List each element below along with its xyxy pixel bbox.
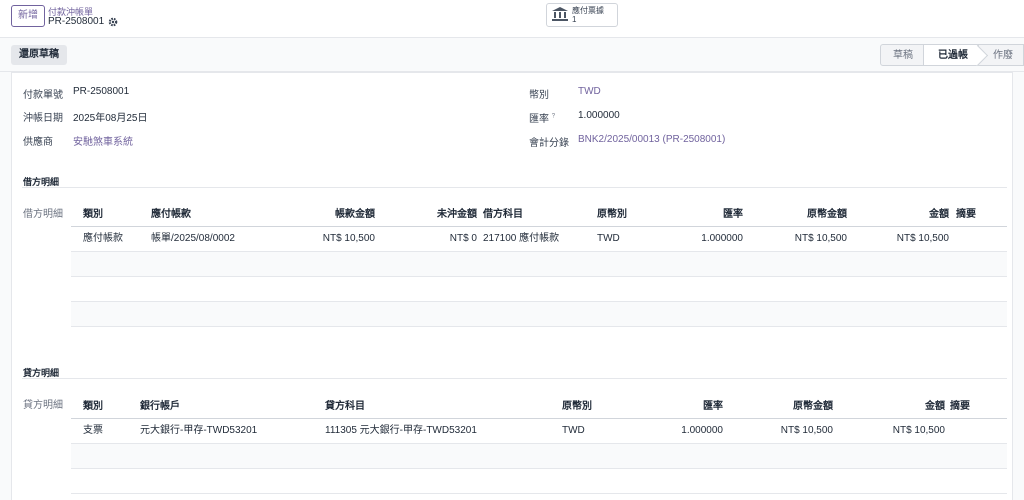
gear-icon[interactable] bbox=[108, 17, 118, 27]
cell-orig-amount: NT$ 10,500 bbox=[794, 233, 847, 244]
cell-invoice-amount: NT$ 10,500 bbox=[322, 233, 375, 244]
status-posted[interactable]: 已過帳 bbox=[923, 44, 979, 66]
col-debit-account[interactable]: 借方科目 bbox=[483, 203, 523, 227]
cell-orig-currency: TWD bbox=[562, 425, 585, 436]
new-button[interactable]: 新增 bbox=[11, 5, 45, 27]
empty-row bbox=[71, 302, 1007, 327]
field-vendor[interactable]: 安馳煞車系統 bbox=[73, 133, 133, 148]
cell-orig-amount: NT$ 10,500 bbox=[780, 425, 833, 436]
col-residual[interactable]: 未沖金額 bbox=[411, 203, 477, 227]
col-memo[interactable]: 摘要 bbox=[950, 395, 970, 419]
col-rate[interactable]: 匯率 bbox=[651, 395, 723, 419]
status-draft[interactable]: 草稿 bbox=[880, 44, 924, 66]
col-invoice-amount[interactable]: 帳款金額 bbox=[271, 203, 375, 227]
cell-orig-currency: TWD bbox=[597, 233, 620, 244]
field-label-rate: 匯率 ? bbox=[529, 113, 556, 125]
breadcrumb-current: PR-2508001 bbox=[48, 16, 118, 27]
field-rate: 1.000000 bbox=[578, 110, 620, 121]
field-label-journal-entry: 會計分錄 bbox=[529, 138, 569, 149]
field-label-currency: 幣別 bbox=[529, 90, 549, 101]
cell-payable-link[interactable]: 帳單/2025/08/0002 bbox=[151, 227, 235, 251]
cell-type: 支票 bbox=[83, 425, 103, 436]
empty-row bbox=[71, 277, 1007, 302]
field-payment-no: PR-2508001 bbox=[73, 86, 130, 97]
field-label-vendor: 供應商 bbox=[23, 137, 53, 148]
help-tooltip-icon[interactable]: ? bbox=[552, 114, 555, 120]
form-sheet: 付款單號 PR-2508001 沖帳日期 2025年08月25日 供應商 安馳煞… bbox=[11, 72, 1013, 500]
field-currency[interactable]: TWD bbox=[578, 86, 601, 97]
record-name: PR-2508001 bbox=[48, 16, 105, 27]
col-credit-account[interactable]: 貸方科目 bbox=[325, 395, 365, 419]
cell-credit-account: 111305 元大銀行-甲存-TWD53201 bbox=[325, 425, 477, 436]
cell-rate: 1.000000 bbox=[701, 233, 743, 244]
smart-button-label: 應付票據 bbox=[572, 6, 604, 15]
col-memo[interactable]: 摘要 bbox=[956, 203, 976, 227]
debit-section-divider bbox=[22, 187, 1007, 188]
col-rate[interactable]: 匯率 bbox=[671, 203, 743, 227]
cell-residual: NT$ 0 bbox=[449, 233, 477, 244]
smart-button-count: 1 bbox=[572, 15, 577, 24]
cell-amount: NT$ 10,500 bbox=[892, 425, 945, 436]
col-payable[interactable]: 應付帳款 bbox=[151, 203, 191, 227]
empty-row bbox=[71, 252, 1007, 277]
cell-rate: 1.000000 bbox=[681, 425, 723, 436]
cell-type: 應付帳款 bbox=[83, 233, 123, 244]
col-type[interactable]: 類別 bbox=[83, 203, 103, 227]
col-orig-amount[interactable]: 原幣金額 bbox=[767, 203, 847, 227]
status-bar: 草稿 已過帳 作廢 bbox=[880, 44, 1024, 66]
col-orig-amount[interactable]: 原幣金額 bbox=[753, 395, 833, 419]
credit-section-divider bbox=[22, 378, 1007, 379]
credit-side-label: 貸方明細 bbox=[23, 400, 63, 411]
empty-row bbox=[71, 444, 1007, 469]
payable-notes-smart-button[interactable]: 應付票據 1 bbox=[546, 3, 618, 27]
col-orig-currency[interactable]: 原幣別 bbox=[597, 203, 627, 227]
field-date: 2025年08月25日 bbox=[73, 113, 148, 124]
cell-debit-account: 217100 應付帳款 bbox=[483, 233, 560, 244]
cell-amount: NT$ 10,500 bbox=[896, 233, 949, 244]
col-orig-currency[interactable]: 原幣別 bbox=[562, 395, 592, 419]
field-label-payment-no: 付款單號 bbox=[23, 90, 63, 101]
col-amount[interactable]: 金額 bbox=[871, 203, 949, 227]
col-bank-account[interactable]: 銀行帳戶 bbox=[140, 395, 180, 419]
table-row[interactable]: 支票 元大銀行-甲存-TWD53201 111305 元大銀行-甲存-TWD53… bbox=[71, 419, 1007, 444]
cell-bank-account: 元大銀行-甲存-TWD53201 bbox=[140, 425, 258, 436]
col-amount[interactable]: 金額 bbox=[861, 395, 945, 419]
field-journal-entry[interactable]: BNK2/2025/00013 (PR-2508001) bbox=[578, 134, 725, 145]
control-panel: 新增 付款沖帳單 PR-2508001 應付票據 1 bbox=[0, 0, 1024, 38]
field-label-date: 沖帳日期 bbox=[23, 113, 63, 124]
table-header: 類別 應付帳款 帳款金額 未沖金額 借方科目 原幣別 匯率 原幣金額 金額 摘要 bbox=[71, 203, 1007, 227]
revert-to-draft-button[interactable]: 還原草稿 bbox=[11, 45, 67, 65]
col-type[interactable]: 類別 bbox=[83, 395, 103, 419]
bank-icon bbox=[552, 6, 568, 24]
debit-side-label: 借方明細 bbox=[23, 209, 63, 220]
empty-row bbox=[71, 469, 1007, 494]
table-header: 類別 銀行帳戶 貸方科目 原幣別 匯率 原幣金額 金額 摘要 bbox=[71, 395, 1007, 419]
table-row[interactable]: 應付帳款 帳單/2025/08/0002 NT$ 10,500 NT$ 0 21… bbox=[71, 227, 1007, 252]
form-statusbar: 還原草稿 草稿 已過帳 作廢 bbox=[0, 38, 1024, 72]
